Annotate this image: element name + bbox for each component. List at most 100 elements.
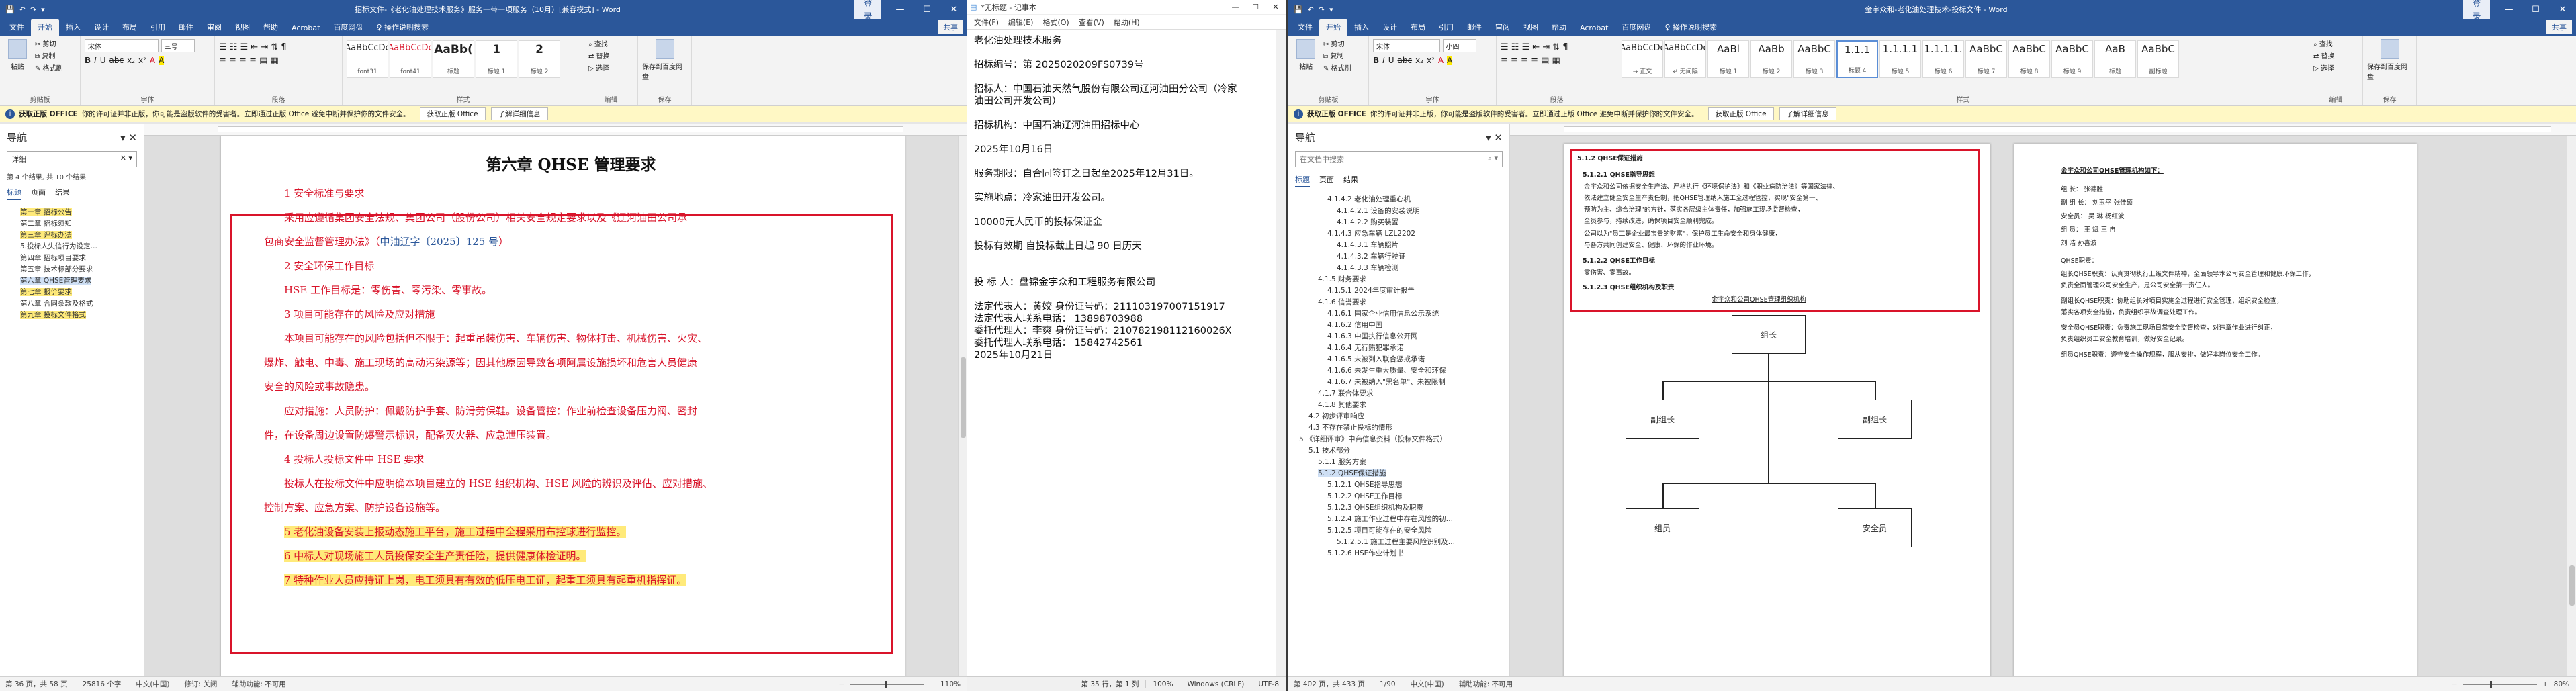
tab-view[interactable]: 视图 [1517, 19, 1545, 36]
maximize-button[interactable]: ☐ [914, 5, 940, 15]
close-icon[interactable]: ▾ ✕ [120, 132, 137, 144]
font-size-select[interactable]: 小四 [1442, 39, 1476, 52]
tab-baidu[interactable]: 百度网盘 [1615, 19, 1658, 36]
format-painter-button[interactable]: ✎ 格式刷 [35, 63, 63, 75]
nav-item[interactable]: 第四章 招标项目要求 [20, 252, 137, 264]
menu-file[interactable]: 文件(F) [974, 17, 999, 28]
style-item[interactable]: 1.1.1.1. 标题 6 [1922, 40, 1964, 78]
highlight-button[interactable]: A [1447, 56, 1453, 65]
tab-home[interactable]: 开始 [1319, 19, 1347, 36]
tab-results[interactable]: 结果 [1343, 174, 1358, 187]
cut-button[interactable]: ✂ 剪切 [35, 39, 63, 51]
italic-button[interactable]: I [94, 56, 97, 65]
redo-icon[interactable]: ↷ [1319, 5, 1325, 14]
section-info[interactable]: 1/90 [1380, 680, 1396, 688]
nav-item[interactable]: 4.1.6.1 国家企业信用信息公示系统 [1295, 308, 1503, 320]
nav-item[interactable]: 4.1.8 其他要求 [1295, 400, 1503, 411]
page-count[interactable]: 第 36 页，共 58 页 [5, 679, 68, 689]
nav-search-input[interactable]: 在文档中搜索 ⌕ ▾ [1295, 151, 1503, 167]
style-item[interactable]: AaBb(标题 [433, 40, 474, 78]
save-icon[interactable]: 💾 [5, 5, 15, 14]
tab-insert[interactable]: 插入 [1347, 19, 1376, 36]
replace-button[interactable]: ⇄ 替换 [588, 51, 633, 63]
style-item[interactable]: 1 标题 1 [476, 40, 517, 78]
close-button[interactable]: ✕ [1265, 3, 1286, 11]
subscript-button[interactable]: x₂ [127, 56, 135, 65]
underline-button[interactable]: U [100, 56, 106, 65]
minimize-button[interactable]: — [887, 5, 914, 15]
nav-item[interactable]: 5.1.2.6 HSE作业计划书 [1295, 548, 1503, 559]
maximize-button[interactable]: ☐ [1245, 3, 1265, 11]
font-name-select[interactable]: 宋体 [1373, 39, 1440, 52]
word-count[interactable]: 25816 个字 [83, 679, 122, 689]
nav-item[interactable]: 4.1.6.5 未被列入联合惩戒承诺 [1295, 354, 1503, 365]
tab-review[interactable]: 审阅 [1489, 19, 1517, 36]
tab-mailings[interactable]: 邮件 [1460, 19, 1489, 36]
tab-design[interactable]: 设计 [87, 19, 116, 36]
share-button[interactable]: 共享 [2546, 20, 2572, 34]
bold-button[interactable]: B [85, 56, 91, 65]
align-buttons[interactable]: ≡ ≡ ≡ ≡ ▤ ▦ [1501, 56, 1613, 66]
style-item[interactable]: AaB 标题 [2094, 40, 2136, 78]
nav-item[interactable]: 4.1.4.2.2 购买装置 [1295, 217, 1503, 228]
tab-headings[interactable]: 标题 [1295, 174, 1310, 187]
find-button[interactable]: ⌕ 查找 [588, 39, 633, 51]
learn-more-button[interactable]: 了解详细信息 [1779, 107, 1836, 120]
tell-me-search[interactable]: ♀ 操作说明搜索 [369, 19, 435, 36]
nav-search-input[interactable]: 详细 ✕ ▾ [7, 151, 137, 167]
nav-item[interactable]: 4.1.4.3.2 车辆行驶证 [1295, 251, 1503, 263]
nav-item[interactable]: 5.1.2 QHSE保证措施 [1295, 468, 1503, 479]
tab-layout[interactable]: 布局 [1404, 19, 1432, 36]
format-painter-button[interactable]: ✎ 格式刷 [1323, 63, 1351, 75]
nav-item[interactable]: 第五章 技术标部分要求 [20, 264, 137, 275]
customize-icon[interactable]: ▾ [1329, 5, 1333, 14]
undo-icon[interactable]: ↶ [1308, 5, 1314, 14]
align-buttons[interactable]: ≡ ≡ ≡ ≡ ▤ ▦ [219, 56, 338, 66]
bold-button[interactable]: B [1373, 56, 1379, 65]
nav-item[interactable]: 5.1.2.5 项目可能存在的安全风险 [1295, 525, 1503, 537]
tab-baidu[interactable]: 百度网盘 [326, 19, 369, 36]
minimize-button[interactable]: — [1225, 3, 1245, 11]
tab-references[interactable]: 引用 [144, 19, 172, 36]
tab-file[interactable]: 文件 [3, 19, 31, 36]
nav-item[interactable]: 4.1.6 信誉要求 [1295, 297, 1503, 308]
strike-button[interactable]: abc [109, 56, 124, 65]
style-item[interactable]: AaBbCcDc ↵ 无间隔 [1664, 40, 1706, 78]
save-baidu-button[interactable]: 保存到百度网盘 [642, 39, 688, 81]
language[interactable]: 中文(中国) [1411, 679, 1444, 689]
style-item[interactable]: AaBl 标题 1 [1707, 40, 1749, 78]
paragraph-buttons[interactable]: ☰ ☷ ☰ ⇤ ⇥ ⇅ ¶ [219, 42, 338, 52]
close-button[interactable]: ✕ [2549, 5, 2576, 15]
tab-acrobat[interactable]: Acrobat [285, 21, 326, 36]
underline-button[interactable]: U [1388, 56, 1394, 65]
nav-item[interactable]: 第九章 投标文件格式 [20, 310, 137, 321]
style-item[interactable]: AaBbCcDc → 正文 [1622, 40, 1663, 78]
font-color-button[interactable]: A [150, 56, 155, 65]
vertical-scrollbar[interactable] [958, 136, 967, 676]
track-changes[interactable]: 修订: 关闭 [185, 679, 218, 689]
nav-item[interactable]: 5.1.1 服务方案 [1295, 457, 1503, 468]
tab-file[interactable]: 文件 [1291, 19, 1319, 36]
vertical-scrollbar[interactable] [1276, 30, 1286, 676]
style-item[interactable]: AaBbC 副标题 [2137, 40, 2179, 78]
style-item[interactable]: AaBb 标题 2 [1750, 40, 1792, 78]
tell-me-search[interactable]: ♀ 操作说明搜索 [1658, 19, 1724, 36]
nav-item[interactable]: 5.1.2.4 施工作业过程中存在风险的初… [1295, 514, 1503, 525]
style-item[interactable]: AaBbC 标题 8 [2008, 40, 2050, 78]
nav-item[interactable]: 4.1.4.3.3 车辆检测 [1295, 263, 1503, 274]
save-baidu-button[interactable]: 保存到百度网盘 [2367, 39, 2413, 81]
nav-item[interactable]: 4.1.6.3 中国执行信息公开网 [1295, 331, 1503, 342]
tab-help[interactable]: 帮助 [257, 19, 285, 36]
redo-icon[interactable]: ↷ [30, 5, 36, 14]
style-item[interactable]: AaBbCcDc font31 [347, 40, 388, 78]
search-icon[interactable]: ⌕ ▾ [1488, 154, 1498, 165]
nav-item[interactable]: 5.1.2.1 QHSE指导思想 [1295, 479, 1503, 491]
language[interactable]: 中文(中国) [136, 679, 169, 689]
font-name-select[interactable]: 宋体 [85, 39, 159, 52]
copy-button[interactable]: ⧉ 复制 [35, 51, 63, 63]
paste-button[interactable]: 粘贴 [4, 39, 31, 103]
nav-item[interactable]: 5 《详细评审》中商信息资料（投标文件格式） [1295, 434, 1503, 445]
share-button[interactable]: 共享 [938, 20, 963, 34]
nav-item[interactable]: 4.1.4.2.1 设备的安装说明 [1295, 205, 1503, 217]
document-page[interactable]: 金宇众和公司QHSE管理机构如下： 组 长： 张德胜 副 组 长： 刘玉平 张佳… [2014, 144, 2417, 676]
